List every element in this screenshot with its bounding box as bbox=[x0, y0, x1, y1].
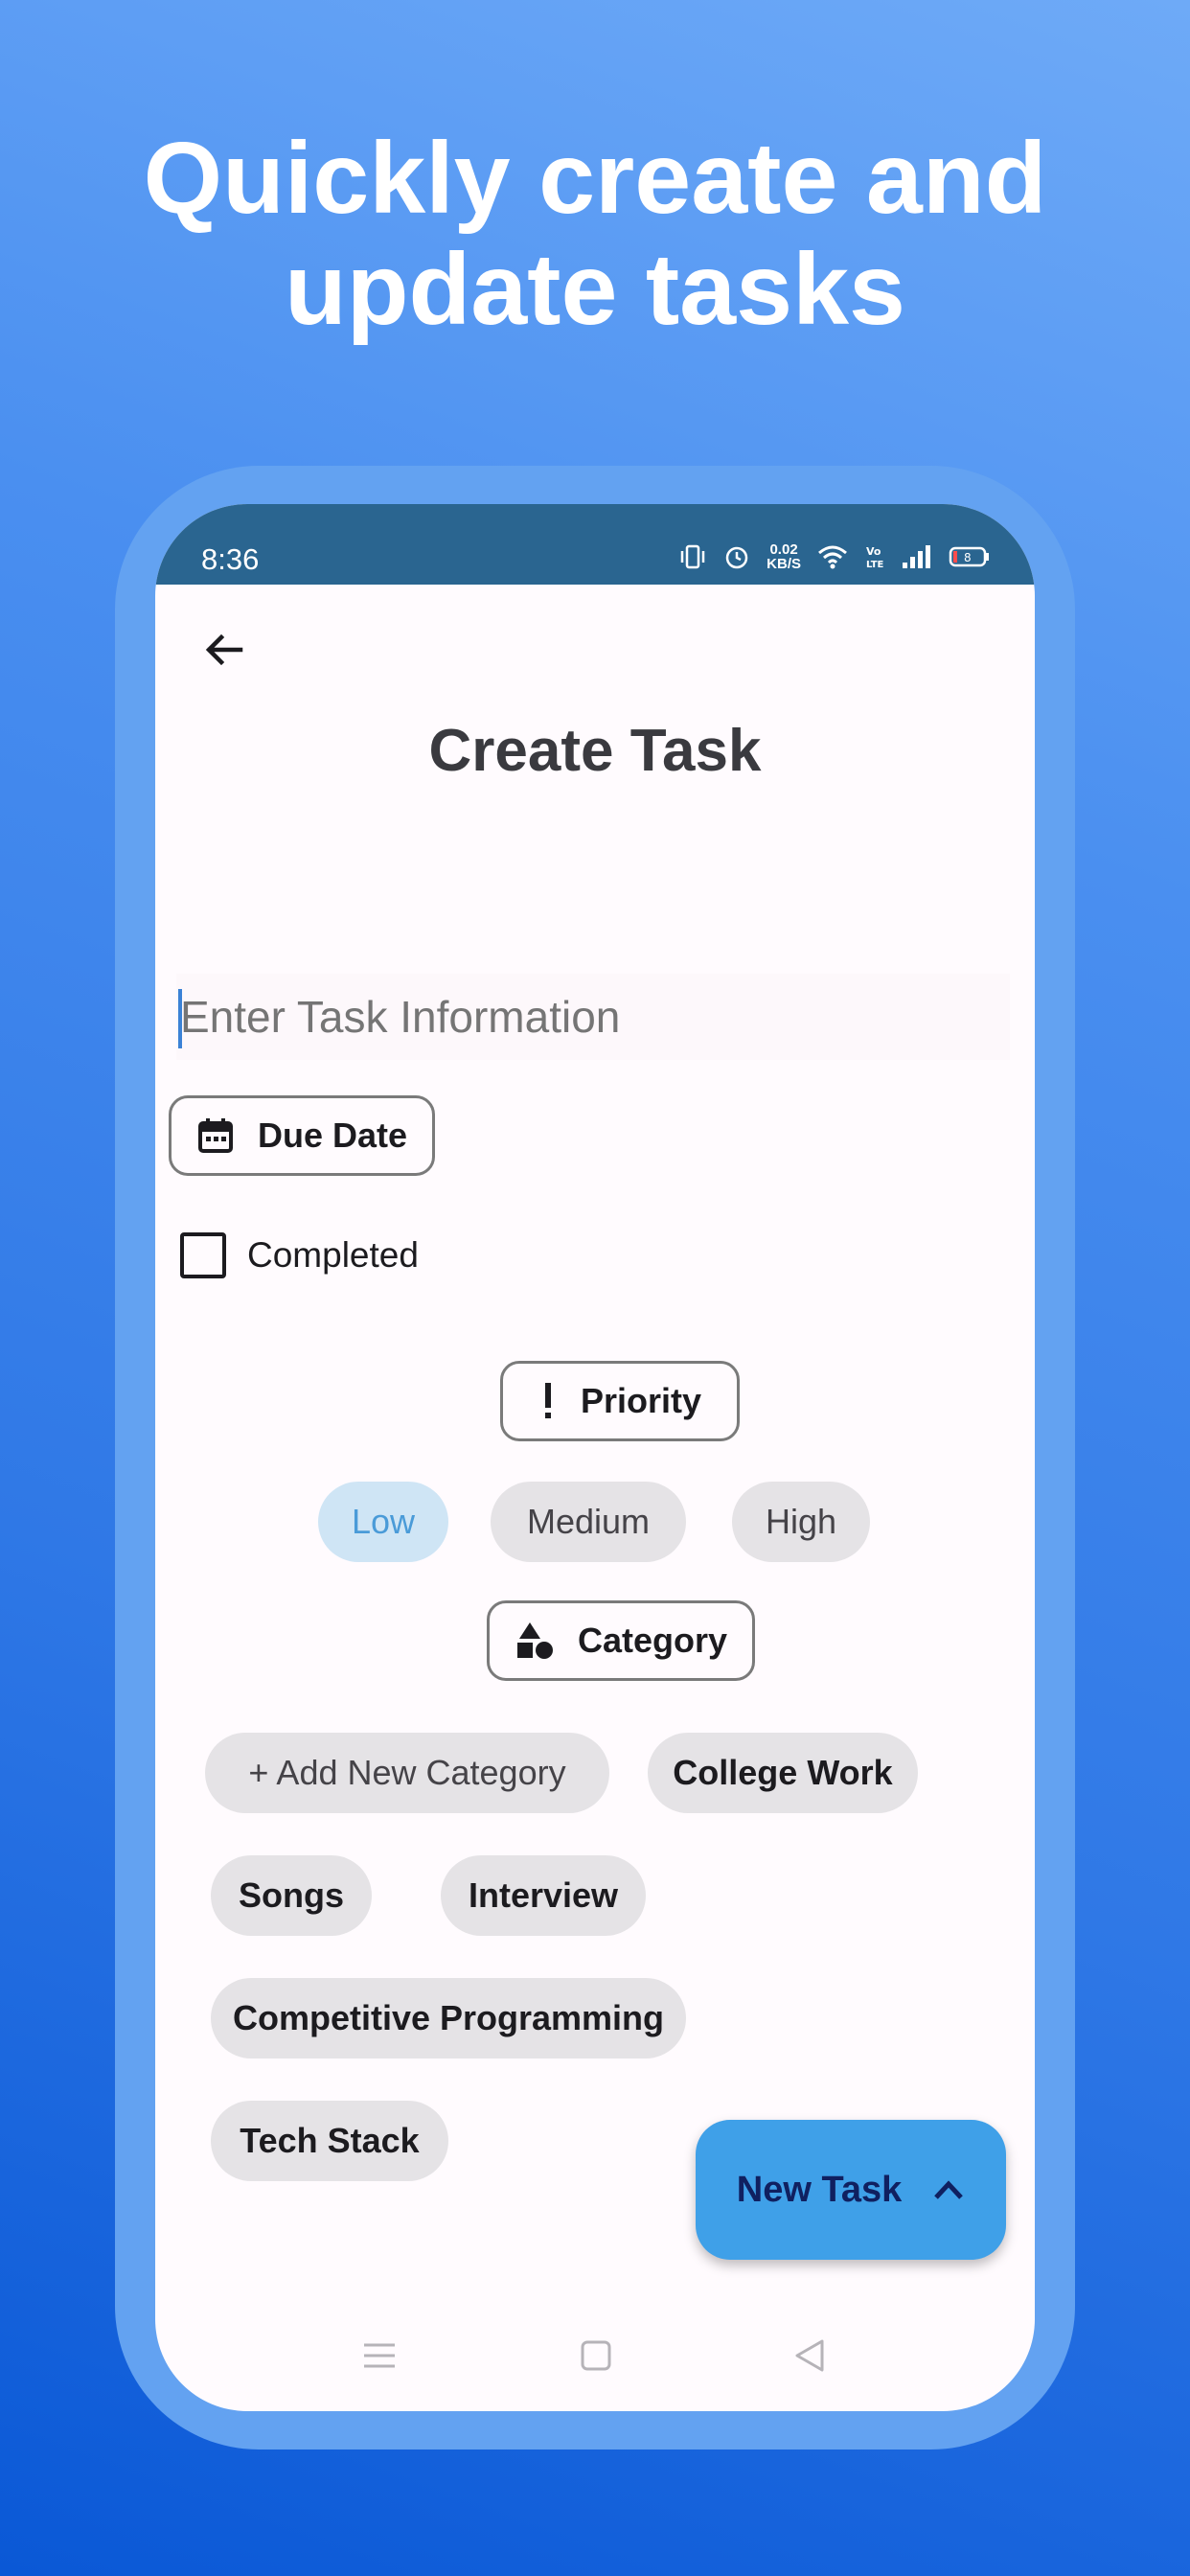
promo-headline: Quickly create and update tasks bbox=[0, 123, 1190, 345]
svg-text:Vo: Vo bbox=[866, 545, 881, 558]
headline-line-1: Quickly create and bbox=[143, 122, 1047, 235]
new-task-label: New Task bbox=[736, 2169, 903, 2210]
vibrate-icon bbox=[680, 544, 705, 569]
arrow-left-icon bbox=[205, 633, 243, 666]
category-chip-songs[interactable]: Songs bbox=[211, 1855, 372, 1936]
priority-chip-low[interactable]: Low bbox=[318, 1482, 448, 1562]
due-date-label: Due Date bbox=[257, 1116, 408, 1155]
category-label: Category bbox=[577, 1621, 728, 1660]
net-speed: 0.02 KB/S bbox=[767, 542, 801, 571]
priority-chip-medium[interactable]: Medium bbox=[491, 1482, 686, 1562]
due-date-button[interactable]: Due Date bbox=[169, 1095, 435, 1176]
net-speed-unit: KB/S bbox=[767, 556, 801, 572]
priority-button[interactable]: Priority bbox=[500, 1361, 740, 1441]
status-icons: 0.02 KB/S Vo LTE 8 bbox=[678, 542, 991, 571]
signal-icon bbox=[903, 545, 930, 568]
category-chip-college-work[interactable]: College Work bbox=[648, 1733, 918, 1813]
chevron-up-icon bbox=[934, 2180, 964, 2199]
add-new-category-chip[interactable]: + Add New Category bbox=[205, 1733, 609, 1813]
alarm-icon bbox=[725, 546, 748, 569]
task-information-input[interactable] bbox=[176, 974, 1010, 1060]
status-time: 8:36 bbox=[201, 542, 260, 576]
exclamation-icon bbox=[544, 1383, 551, 1418]
completed-row[interactable]: Completed bbox=[180, 1232, 419, 1278]
calendar-icon bbox=[197, 1118, 233, 1153]
wifi-icon bbox=[818, 545, 847, 569]
category-chip-interview[interactable]: Interview bbox=[441, 1855, 646, 1936]
home-icon[interactable] bbox=[577, 2336, 615, 2375]
priority-label: Priority bbox=[580, 1381, 702, 1420]
completed-label: Completed bbox=[247, 1235, 419, 1275]
text-cursor bbox=[178, 989, 182, 1048]
phone-screen: 8:36 0.02 KB/S Vo LTE 8 Create Task Ente… bbox=[155, 504, 1035, 2411]
shapes-icon bbox=[516, 1622, 553, 1659]
category-chip-tech-stack[interactable]: Tech Stack bbox=[211, 2101, 448, 2181]
priority-chip-high[interactable]: High bbox=[732, 1482, 870, 1562]
system-nav-bar bbox=[155, 2325, 1035, 2411]
svg-text:8: 8 bbox=[964, 551, 972, 564]
volte-icon: Vo LTE bbox=[866, 545, 884, 570]
battery-icon: 8 bbox=[949, 546, 989, 567]
category-chip-competitive-programming[interactable]: Competitive Programming bbox=[211, 1978, 686, 2058]
back-button[interactable] bbox=[184, 610, 264, 690]
back-nav-icon[interactable] bbox=[791, 2336, 830, 2375]
new-task-fab[interactable]: New Task bbox=[696, 2120, 1006, 2260]
completed-checkbox[interactable] bbox=[180, 1232, 226, 1278]
svg-text:LTE: LTE bbox=[866, 560, 884, 570]
headline-line-2: update tasks bbox=[284, 233, 905, 346]
menu-icon[interactable] bbox=[360, 2336, 399, 2375]
category-button[interactable]: Category bbox=[487, 1600, 755, 1681]
net-speed-value: 0.02 bbox=[769, 541, 798, 558]
status-bar: 8:36 0.02 KB/S Vo LTE 8 bbox=[155, 504, 1035, 585]
page-title: Create Task bbox=[428, 718, 762, 784]
